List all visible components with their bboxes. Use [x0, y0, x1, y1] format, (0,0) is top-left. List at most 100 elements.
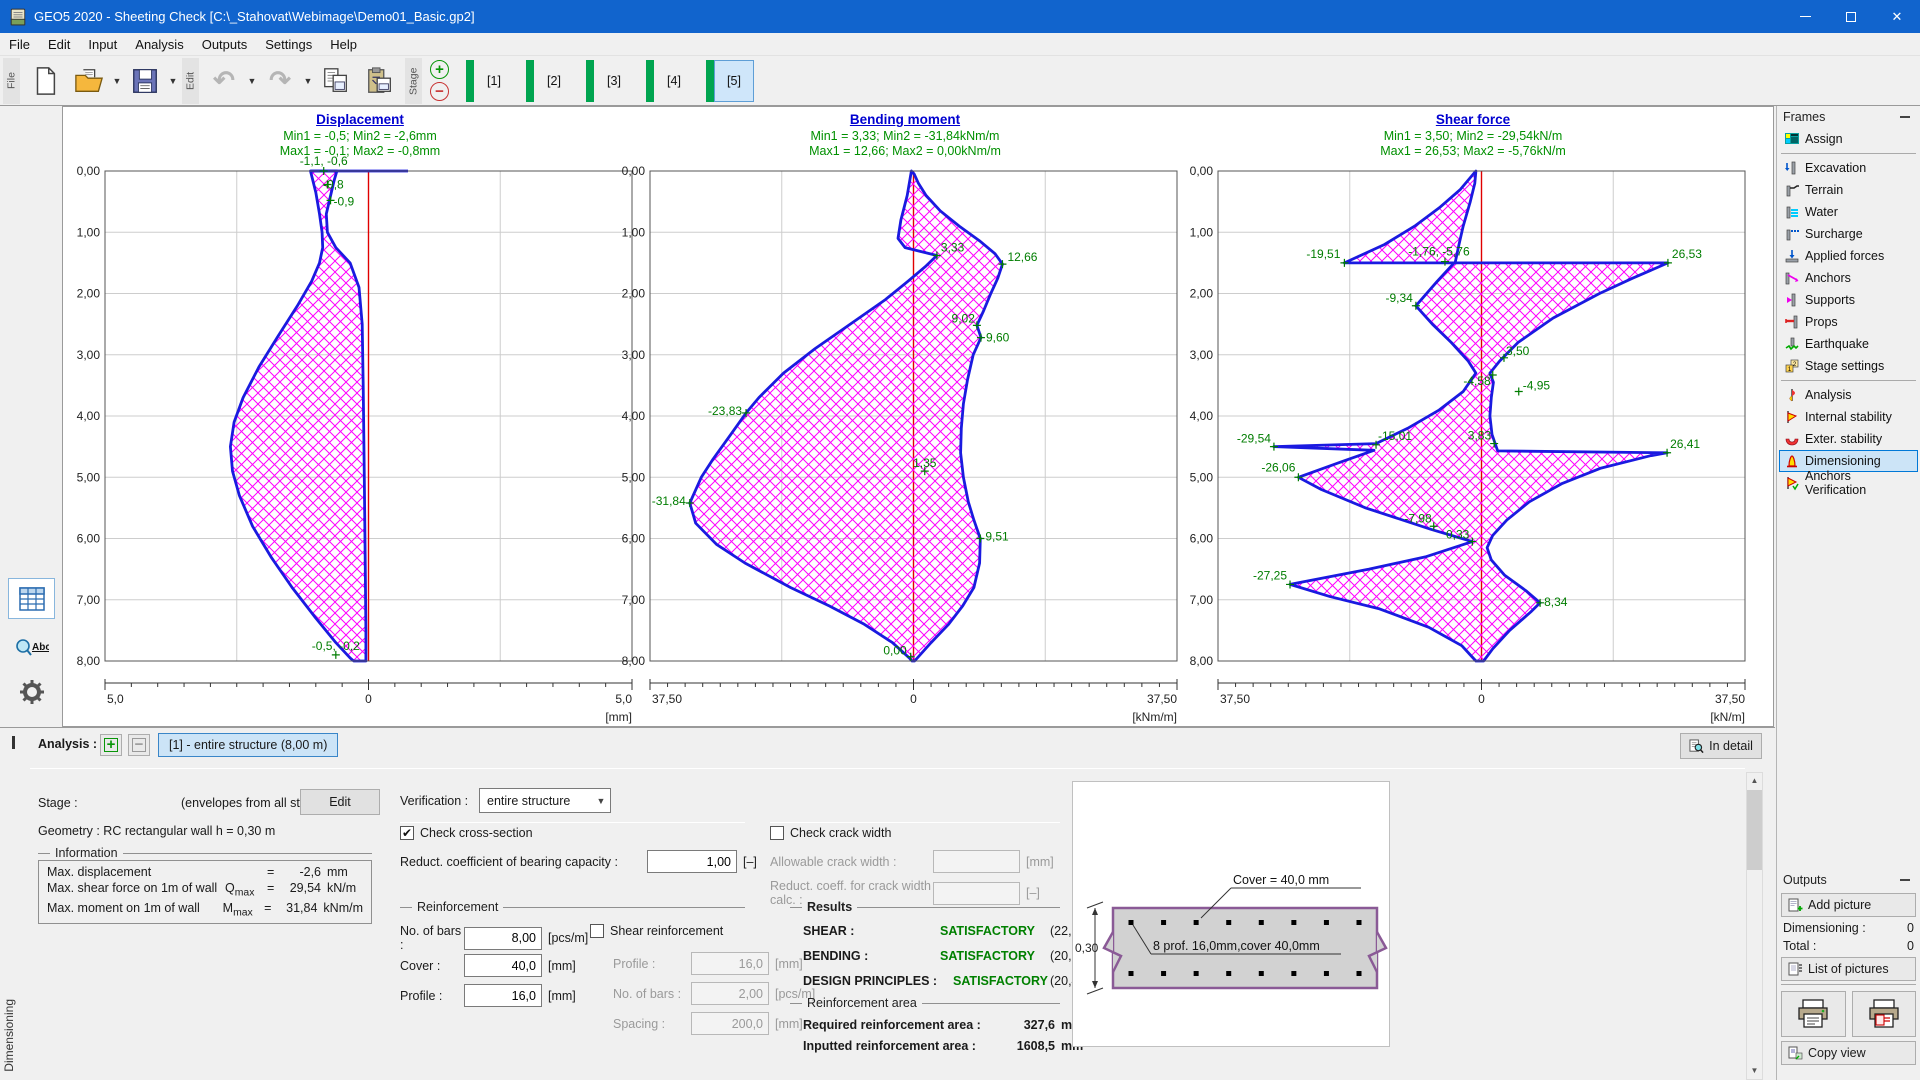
scrollbar-thumb[interactable]	[1747, 790, 1762, 870]
check-crack-width-checkbox[interactable]	[770, 826, 784, 840]
profile-input[interactable]	[464, 984, 542, 1007]
edit-stage-button[interactable]: Edit	[300, 789, 380, 815]
menu-edit[interactable]: Edit	[39, 34, 79, 55]
svg-text:Abc: Abc	[32, 642, 49, 653]
redo-button[interactable]: ↷	[258, 59, 302, 103]
minimize-button[interactable]	[1782, 0, 1828, 33]
allowable-crack-input[interactable]	[933, 850, 1020, 873]
check-crack-width-label: Check crack width	[790, 826, 892, 840]
settings-view-button[interactable]	[8, 671, 55, 712]
sidebar-item-terrain[interactable]: Terrain	[1779, 179, 1918, 201]
stage-button-4[interactable]: [4]	[654, 60, 694, 102]
menu-outputs[interactable]: Outputs	[193, 34, 257, 55]
table-view-button[interactable]	[8, 578, 55, 619]
sidebar-item-anchors-verification[interactable]: Anchors Verification	[1779, 469, 1918, 497]
new-file-button[interactable]	[23, 59, 67, 103]
menu-file[interactable]: File	[0, 34, 39, 55]
verification-select[interactable]: entire structure ▼	[479, 788, 611, 813]
sidebar-item-stage-settings[interactable]: 1 2 Stage settings	[1779, 355, 1918, 377]
svg-text:8,00: 8,00	[77, 654, 101, 668]
collapse-outputs-icon[interactable]	[1900, 879, 1910, 881]
frames-items: Assign Excavation Terrain Water Surcharge App…	[1777, 128, 1920, 497]
print-button[interactable]	[1781, 991, 1846, 1037]
sidebar-item-earthquake[interactable]: Earthquake	[1779, 333, 1918, 355]
outputs-title: Outputs	[1783, 873, 1827, 887]
open-file-button[interactable]	[67, 59, 111, 103]
reinforcement-area-legend: Reinforcement area	[790, 996, 1060, 1010]
copy-button[interactable]	[314, 59, 358, 103]
menu-help[interactable]: Help	[321, 34, 366, 55]
add-picture-button[interactable]: Add picture	[1781, 893, 1916, 917]
anchors-icon	[1785, 272, 1799, 285]
copy-view-button[interactable]: Copy view	[1781, 1041, 1916, 1065]
chevron-down-icon: ▼	[596, 795, 606, 806]
sidebar-item-applied-forces[interactable]: Applied forces	[1779, 245, 1918, 267]
menu-input[interactable]: Input	[79, 34, 126, 55]
collapse-frames-icon[interactable]	[1900, 116, 1910, 118]
maximize-button[interactable]	[1828, 0, 1874, 33]
analysis-tab[interactable]: [1] - entire structure (8,00 m)	[158, 733, 339, 757]
list-of-pictures-button[interactable]: List of pictures	[1781, 957, 1916, 981]
sidebar-item-water[interactable]: Water	[1779, 201, 1918, 223]
stage-bar	[646, 59, 654, 102]
menu-analysis[interactable]: Analysis	[126, 34, 192, 55]
svg-text:-1,1, -0,6: -1,1, -0,6	[300, 154, 348, 168]
stage-button-5[interactable]: [5]	[714, 59, 754, 102]
svg-text:4,00: 4,00	[622, 409, 646, 423]
profile-row: Profile : [mm]	[400, 984, 576, 1007]
cover-input[interactable]	[464, 954, 542, 977]
sidebar-item-excavation[interactable]: Excavation	[1779, 157, 1918, 179]
svg-text:12,66: 12,66	[1007, 250, 1037, 264]
menu-settings[interactable]: Settings	[256, 34, 321, 55]
remove-stage-button[interactable]: −	[430, 82, 449, 101]
shear-spacing-input[interactable]	[691, 1012, 769, 1035]
sidebar-item-anchors[interactable]: Anchors	[1779, 267, 1918, 289]
svg-text:8,00: 8,00	[1190, 654, 1214, 668]
shear-no-of-bars-input[interactable]	[691, 982, 769, 1005]
redo-dropdown-caret[interactable]: ▼	[302, 76, 314, 86]
app-window: GEO5 2020 - Sheeting Check [C:\_Stahovat…	[0, 0, 1920, 1080]
sidebar-item-exter-stability[interactable]: Exter. stability	[1779, 428, 1918, 450]
stage-button-3[interactable]: [3]	[594, 60, 634, 102]
save-dropdown-caret[interactable]: ▼	[167, 76, 179, 86]
no-of-bars-input[interactable]	[464, 926, 542, 950]
shear-profile-input[interactable]	[691, 952, 769, 975]
check-cross-section-checkbox[interactable]: ✔	[400, 826, 414, 840]
shear-reinforcement-checkbox[interactable]	[590, 924, 604, 938]
scroll-down-icon[interactable]: ▼	[1747, 1063, 1762, 1079]
open-dropdown-caret[interactable]: ▼	[111, 76, 123, 86]
sidebar-item-assign[interactable]: Assign	[1779, 128, 1918, 150]
sidebar-item-surcharge[interactable]: Surcharge	[1779, 223, 1918, 245]
sidebar-item-supports[interactable]: Supports	[1779, 289, 1918, 311]
svg-text:-9,34: -9,34	[1386, 291, 1414, 305]
save-button[interactable]	[123, 59, 167, 103]
bottom-panel-scrollbar[interactable]: ▲ ▼	[1746, 772, 1763, 1080]
panel-grip[interactable]	[12, 736, 15, 749]
terrain-icon	[1786, 185, 1799, 197]
svg-text:0,30: 0,30	[1075, 941, 1099, 955]
svg-text:0,00: 0,00	[77, 164, 101, 178]
add-stage-button[interactable]: +	[430, 60, 449, 79]
add-analysis-button[interactable]: +	[100, 734, 122, 756]
undo-button[interactable]: ↶	[202, 59, 246, 103]
reduct-coefficient-unit: [–]	[743, 854, 757, 869]
stage-button-2[interactable]: [2]	[534, 60, 574, 102]
print-selection-button[interactable]	[1851, 991, 1916, 1037]
gear-icon	[19, 679, 44, 704]
stage-button-1[interactable]: [1]	[474, 60, 514, 102]
check-cross-section-label: Check cross-section	[420, 826, 533, 840]
reduct-coefficient-input[interactable]	[647, 850, 737, 873]
close-button[interactable]: ✕	[1874, 0, 1920, 33]
sidebar-item-analysis[interactable]: Analysis	[1779, 384, 1918, 406]
sidebar-item-internal-stability[interactable]: Internal stability	[1779, 406, 1918, 428]
remove-analysis-button[interactable]: −	[128, 734, 150, 756]
scroll-up-icon[interactable]: ▲	[1747, 773, 1762, 789]
undo-dropdown-caret[interactable]: ▼	[246, 76, 258, 86]
app-icon	[10, 8, 26, 25]
total-count-label: Total :	[1783, 939, 1817, 953]
abc-view-button[interactable]: Abc	[8, 627, 55, 668]
sidebar-item-props[interactable]: Props	[1779, 311, 1918, 333]
paste-button[interactable]	[358, 59, 402, 103]
dimensioning-count-label: Dimensioning :	[1783, 921, 1866, 935]
in-detail-button[interactable]: In detail	[1680, 733, 1762, 759]
